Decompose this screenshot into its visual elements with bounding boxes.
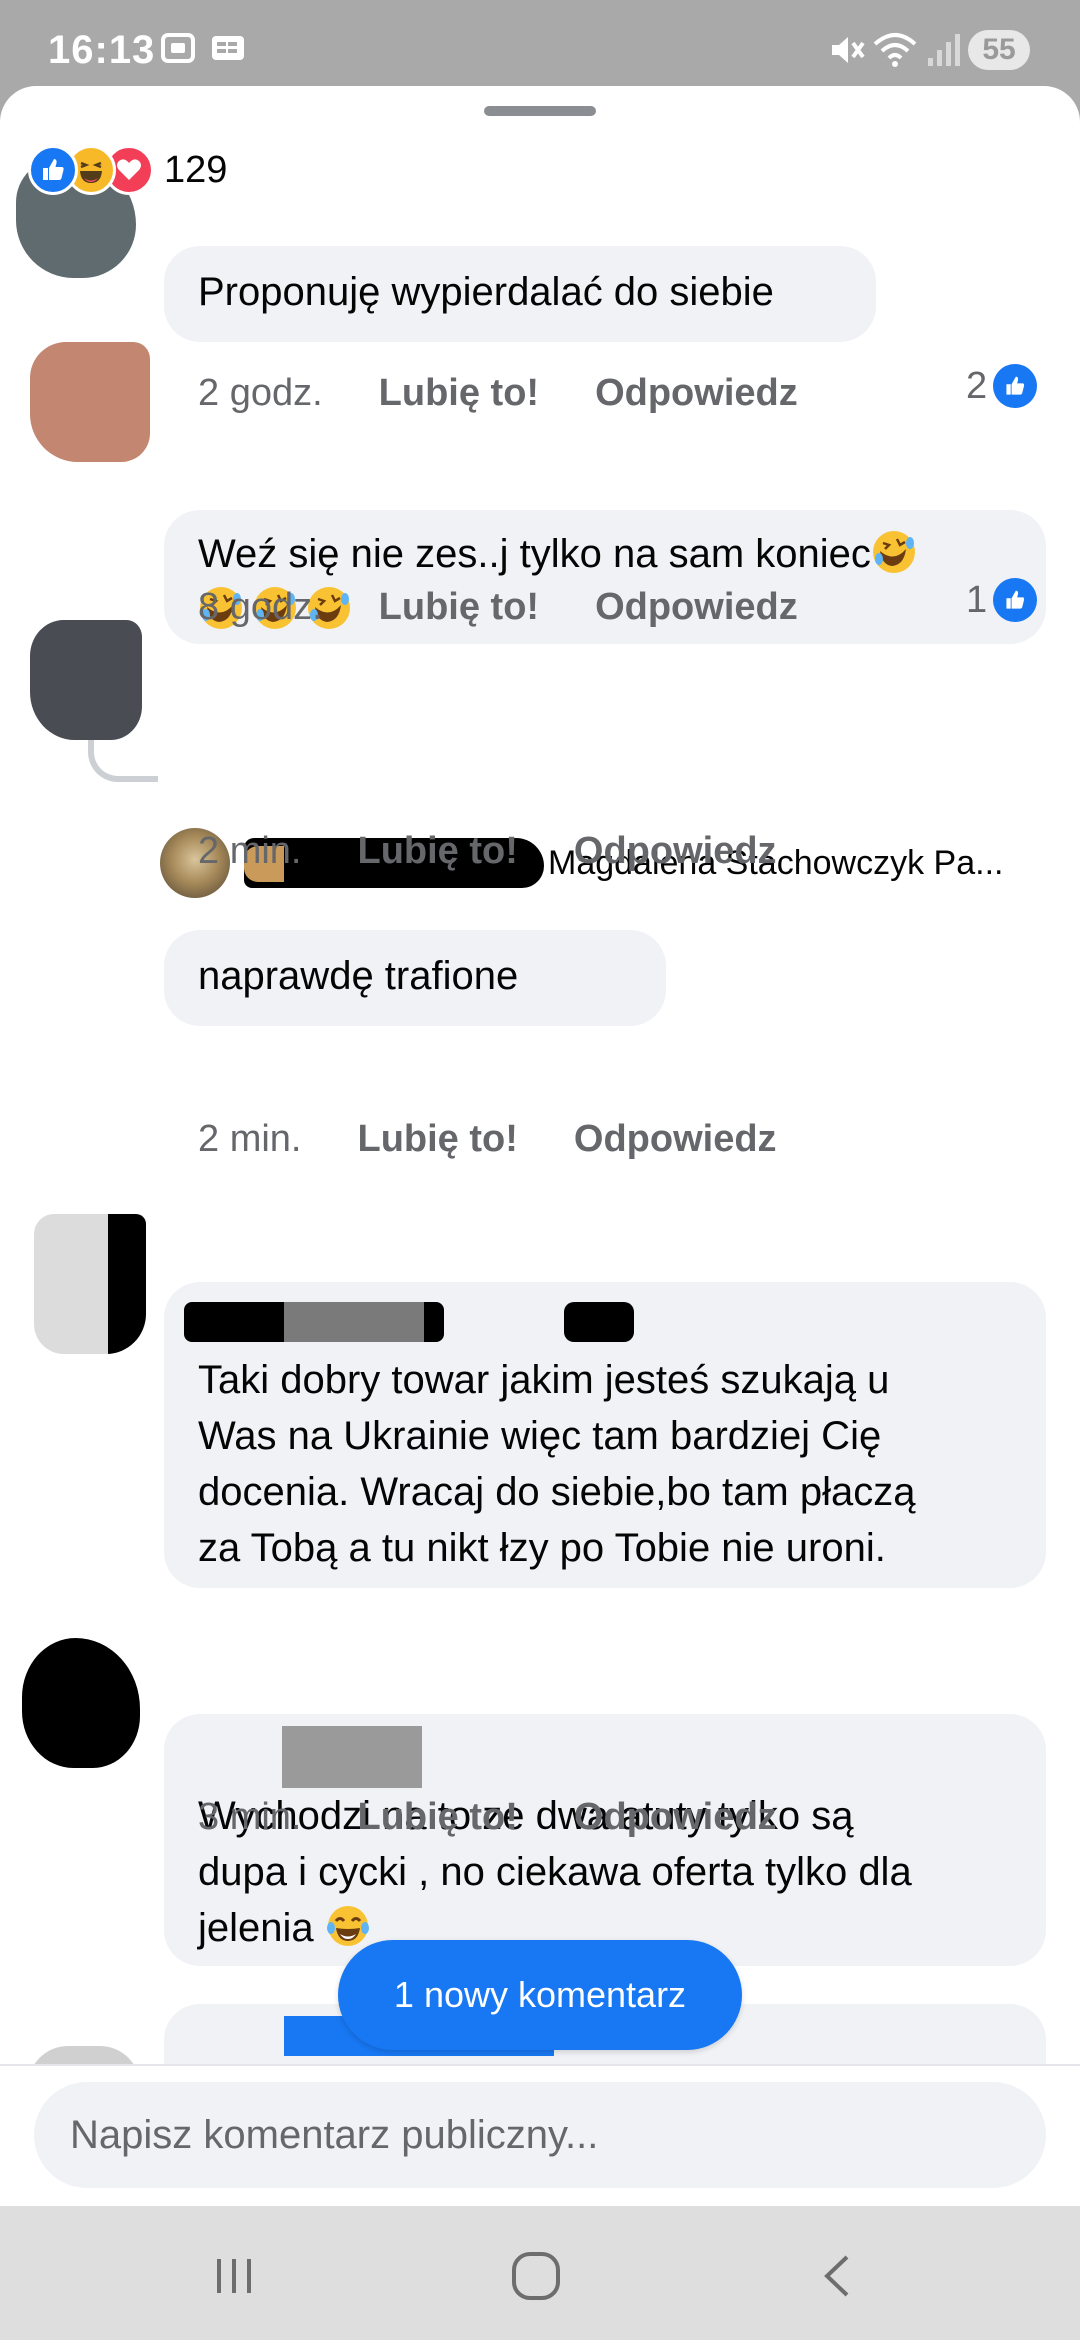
comment-text: Proponuję wypierdalać do siebie [198,270,774,314]
comment-time: 2 godz. [198,372,323,414]
drag-handle[interactable] [484,106,596,116]
like-icon [993,578,1038,622]
like-button[interactable]: Lubię to! [357,1118,517,1161]
comment-composer [0,2064,1080,2206]
recent-apps-icon[interactable] [204,2246,264,2306]
comment-input[interactable] [34,2082,1046,2188]
redacted-name [564,1302,634,1342]
like-button[interactable]: Lubię to! [379,372,539,415]
comment-text-line-content: jelenia [198,1906,314,1950]
comment-meta: 2 min. Lubię to! Odpowiedz [198,830,777,873]
comment-text-line: dupa i cycki , no ciekawa oferta tylko d… [198,1850,912,1894]
reply-button[interactable]: Odpowiedz [595,372,798,415]
new-comment-button[interactable]: 1 nowy komentarz [338,1940,742,2050]
like-count-value: 1 [966,578,988,621]
reply-button[interactable]: Odpowiedz [595,586,798,629]
comment-text: Taki dobry towar jakim jesteś szukają u … [198,1352,915,1576]
rolling-laughing-emoji-icon [871,529,917,575]
reply-button[interactable]: Odpowiedz [574,830,777,873]
wifi-icon [872,30,918,75]
status-bar: 16:13 55 [0,0,1080,88]
reaction-count[interactable]: 129 [164,149,227,192]
like-button[interactable]: Lubię to! [379,586,539,629]
gallery-icon [210,30,246,71]
comment-meta: 8 godz. Lubię to! Odpowiedz [198,586,798,629]
comment-text-line: Was na Ukrainie więc tam bardziej Cię [198,1414,882,1458]
reply-button[interactable]: Odpowiedz [574,1796,777,1839]
comment-bubble[interactable]: Wychodzi na to ze dwa atuty tylko są dup… [164,1714,1046,1966]
home-icon[interactable] [506,2246,566,2306]
comment-like-count[interactable]: 2 [966,364,1038,408]
comment-bubble[interactable]: Proponuję wypierdalać do siebie [164,246,876,342]
redacted-name [284,1302,424,1342]
redacted-avatar [34,1214,146,1354]
back-icon[interactable] [808,2246,868,2306]
comment-like-count[interactable]: 1 [966,578,1038,622]
mute-icon [826,30,866,75]
comment-time: 3 min. [198,1796,302,1838]
comment-time: 2 min. [198,1118,302,1160]
tears-of-joy-emoji-icon [325,1903,371,1949]
comment-text-line: za Tobą a tu nikt łzy po Tobie nie uroni… [198,1526,886,1570]
comment-time: 8 godz. [198,586,323,628]
redacted-name [282,1726,422,1788]
comment-meta: 2 min. Lubię to! Odpowiedz [198,1118,777,1161]
avatar[interactable] [22,1638,140,1768]
reaction-summary[interactable]: 129 [28,144,227,196]
status-time: 16:13 [48,28,156,72]
screenshot-icon [160,30,196,71]
comment-text-line: docenia. Wracaj do siebie,bo tam płaczą [198,1470,916,1514]
like-count-value: 2 [966,364,988,407]
like-button[interactable]: Lubię to! [357,830,517,873]
system-nav-bar [0,2206,1080,2340]
reply-button[interactable]: Odpowiedz [574,1118,777,1161]
comment-text-line: Weź się nie zes..j tylko na sam koniec [198,532,871,576]
comment-time: 2 min. [198,830,302,872]
avatar[interactable] [30,620,142,740]
avatar[interactable] [30,342,150,462]
comment-meta: 2 godz. Lubię to! Odpowiedz [198,372,798,415]
like-icon [993,364,1038,408]
comment-bubble[interactable]: naprawdę trafione [164,930,666,1026]
comments-sheet: 129 Proponuję wypierdalać do siebie 2 go… [0,86,1080,2206]
comment-meta: 3 min. Lubię to! Odpowiedz [198,1796,777,1839]
comment-text: naprawdę trafione [198,954,519,998]
battery-indicator: 55 [968,30,1030,70]
signal-icon [926,30,962,75]
comment-text-line: Taki dobry towar jakim jesteś szukają u [198,1358,890,1402]
comment-bubble[interactable]: Taki dobry towar jakim jesteś szukają u … [164,1282,1046,1588]
like-button[interactable]: Lubię to! [357,1796,517,1839]
like-icon [28,145,78,195]
